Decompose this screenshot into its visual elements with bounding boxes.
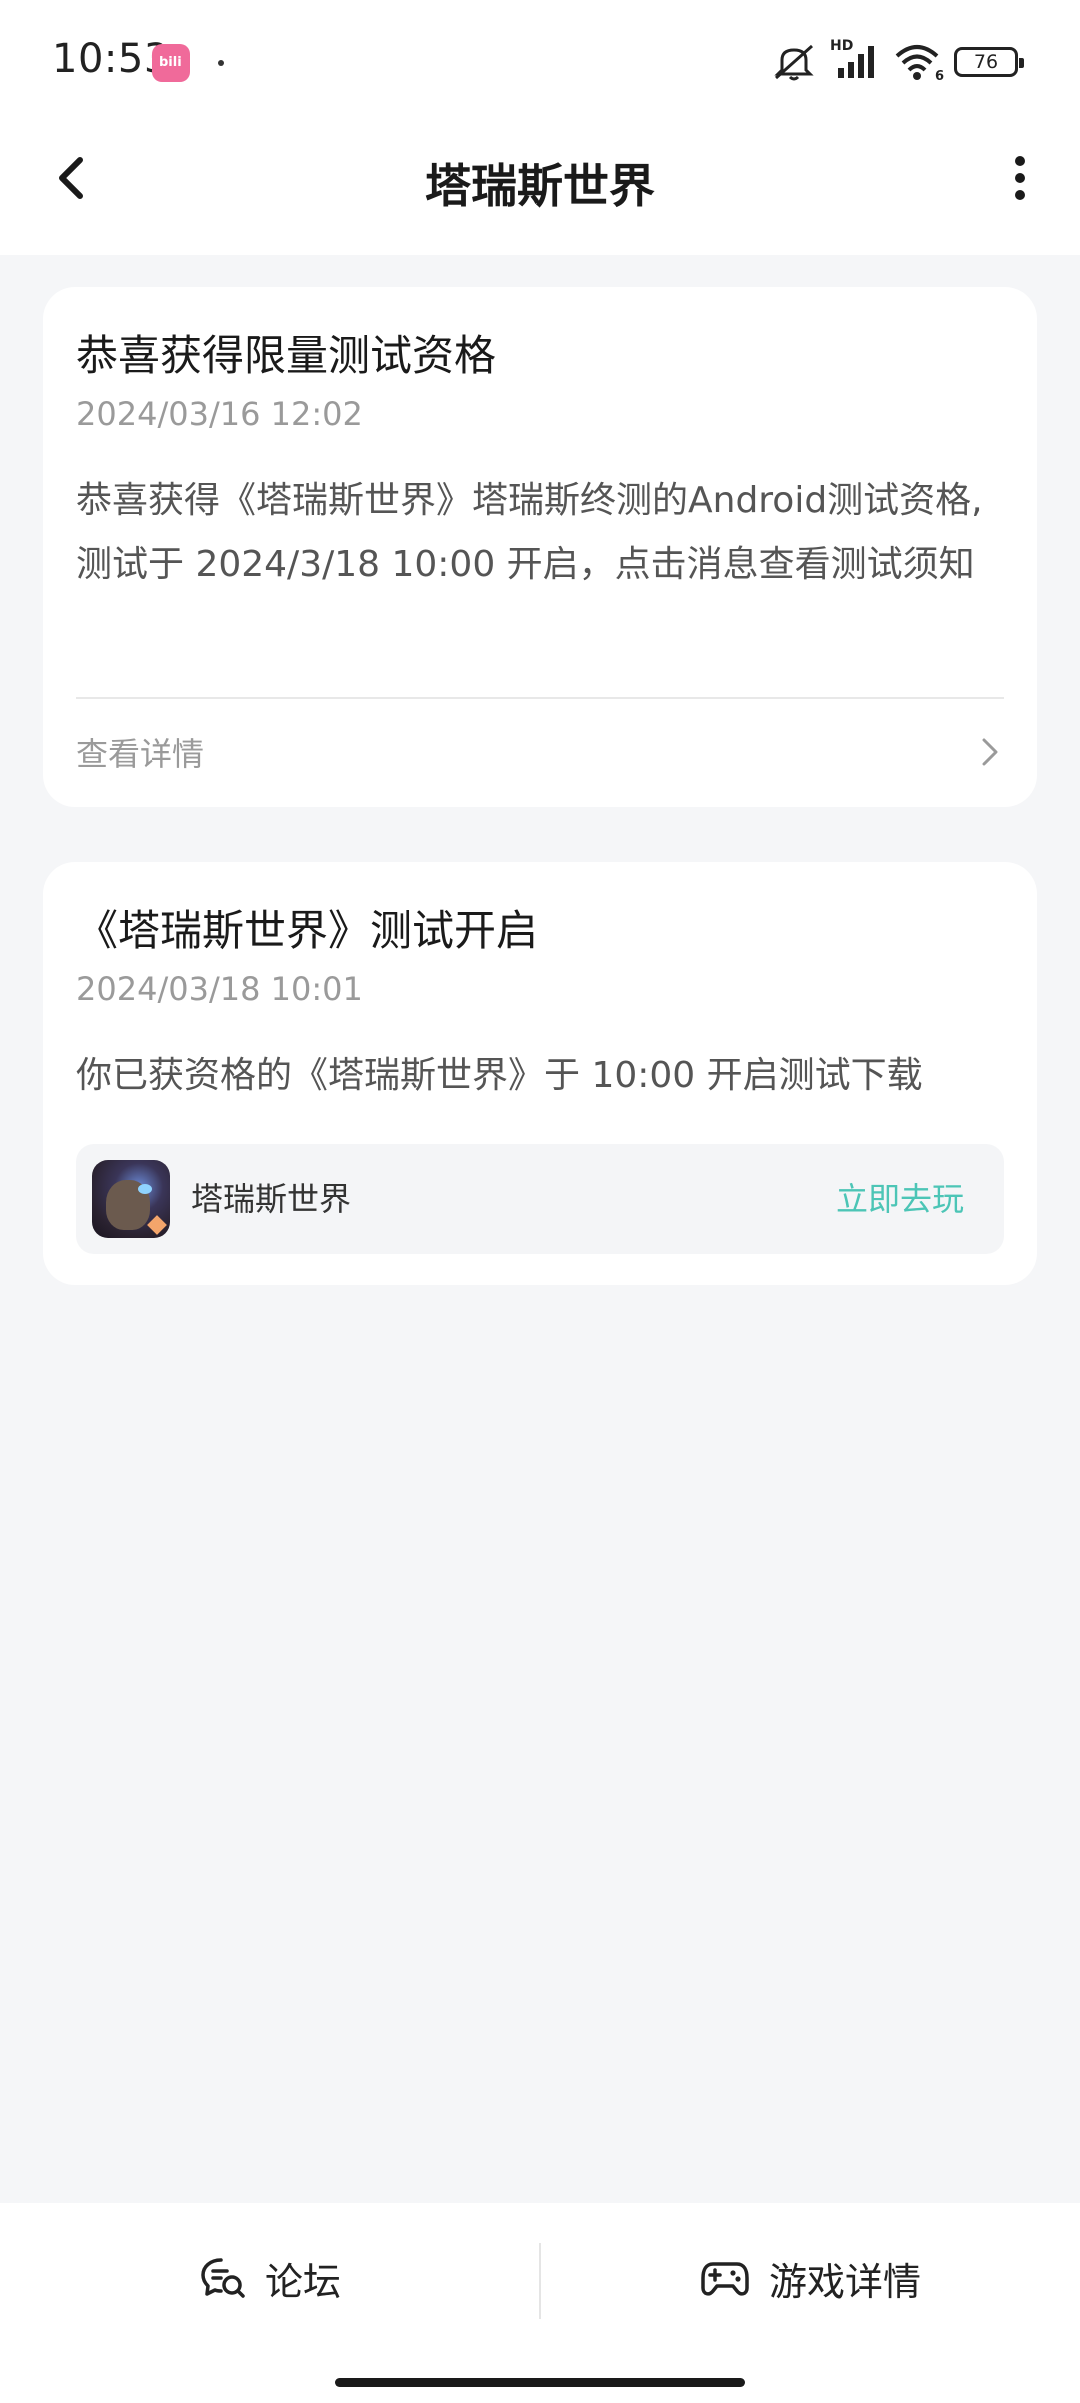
game-icon-badge [147,1215,167,1235]
play-now-button[interactable]: 立即去玩 [836,1174,964,1220]
forum-label: 论坛 [264,2259,341,2304]
cell-signal-icon: HD [830,38,880,82]
top-bar: 10:53 bili HD 6 76 塔瑞斯世界 [0,0,1080,255]
view-details-label: 查看详情 [76,735,205,773]
message-title: 恭喜获得限量测试资格 [76,331,497,380]
message-card-qualification[interactable]: 恭喜获得限量测试资格 2024/03/16 12:02 恭喜获得《塔瑞斯世界》塔… [43,287,1037,807]
game-detail-label: 游戏详情 [768,2259,921,2304]
notification-dot [218,60,224,66]
forum-tab[interactable]: 论坛 [0,2203,540,2353]
game-name: 塔瑞斯世界 [191,1180,352,1218]
battery-icon: 76 [954,47,1024,77]
bottom-bar: 论坛 游戏详情 [0,2203,1080,2403]
more-vertical-icon [1015,156,1025,200]
wifi-icon: 6 [894,42,944,84]
gamepad-icon [701,2262,749,2296]
card-divider [76,697,1004,699]
game-icon-glow [138,1184,152,1194]
battery-level: 76 [973,51,999,73]
game-icon [92,1160,170,1238]
message-card-test-open[interactable]: 《塔瑞斯世界》测试开启 2024/03/18 10:01 你已获资格的《塔瑞斯世… [43,862,1037,1285]
game-entry-row[interactable]: 塔瑞斯世界 立即去玩 [76,1144,1004,1254]
message-time: 2024/03/18 10:01 [76,970,363,1008]
wifi-sub-label: 6 [934,69,944,84]
message-time: 2024/03/16 12:02 [76,395,363,433]
status-icons: HD 6 76 [772,38,1024,84]
message-title: 《塔瑞斯世界》测试开启 [76,906,539,955]
view-details-link[interactable]: 查看详情 [76,717,1004,787]
message-body: 恭喜获得《塔瑞斯世界》塔瑞斯终测的Android测试资格,测试于 2024/3/… [76,480,983,585]
home-indicator[interactable] [335,2378,745,2387]
mute-icon [774,44,814,81]
bilibili-app-icon: bili [152,44,190,82]
message-body: 你已获资格的《塔瑞斯世界》于 10:00 开启测试下载 [76,1055,923,1096]
page-title: 塔瑞斯世界 [425,159,655,213]
game-detail-tab[interactable]: 游戏详情 [540,2203,1080,2353]
app-badge-text: bili [159,55,182,70]
forum-chat-icon [201,2258,245,2298]
more-button[interactable] [990,148,1050,208]
chevron-right-icon [982,738,998,766]
